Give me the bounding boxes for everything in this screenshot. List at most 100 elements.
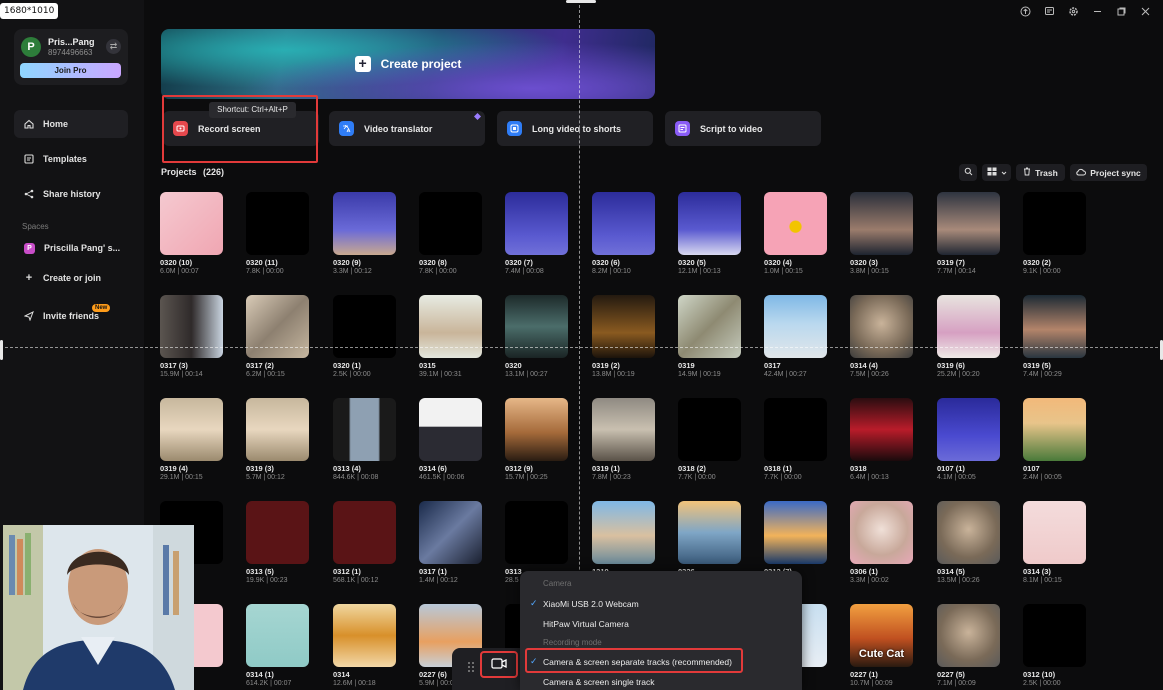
message-icon[interactable] xyxy=(1043,5,1055,17)
project-card[interactable]: 0320 (8)7.8K | 00:00 xyxy=(419,192,482,275)
project-thumbnail[interactable] xyxy=(333,501,396,564)
project-thumbnail[interactable] xyxy=(246,501,309,564)
avatar[interactable]: P xyxy=(21,37,41,57)
project-thumbnail[interactable] xyxy=(505,192,568,255)
project-card[interactable]: 0319 (1)7.8M | 00:23 xyxy=(592,398,655,481)
camera-toggle-button[interactable] xyxy=(480,651,518,678)
project-thumbnail[interactable] xyxy=(937,295,1000,358)
project-card[interactable]: 031412.6M | 00:18 xyxy=(333,604,396,687)
project-thumbnail[interactable] xyxy=(419,192,482,255)
project-card[interactable]: 031742.4M | 00:27 xyxy=(764,295,827,378)
restore-icon[interactable] xyxy=(1115,5,1127,17)
project-card[interactable]: 0319 (7)7.7M | 00:14 xyxy=(937,192,1000,275)
project-card[interactable]: 0326 xyxy=(678,501,741,577)
project-thumbnail[interactable] xyxy=(937,604,1000,667)
mode-option-single[interactable]: Camera & screen single track xyxy=(543,677,655,687)
project-card[interactable]: 0320 (7)7.4M | 00:08 xyxy=(505,192,568,275)
project-thumbnail[interactable] xyxy=(1023,295,1086,358)
project-thumbnail[interactable] xyxy=(246,295,309,358)
nav-share-history[interactable]: Share history xyxy=(14,180,128,208)
project-thumbnail[interactable] xyxy=(678,501,741,564)
project-thumbnail[interactable] xyxy=(1023,501,1086,564)
project-thumbnail[interactable] xyxy=(592,501,655,564)
project-card[interactable]: 0312 (9)15.7M | 00:25 xyxy=(505,398,568,481)
project-card[interactable]: 0320 (5)12.1M | 00:13 xyxy=(678,192,741,275)
project-card[interactable]: 0320 (9)3.3M | 00:12 xyxy=(333,192,396,275)
project-card[interactable]: 0319 (2)13.8M | 00:19 xyxy=(592,295,655,378)
project-thumbnail[interactable] xyxy=(764,192,827,255)
project-card[interactable]: 03186.4M | 00:13 xyxy=(850,398,913,481)
video-translator-button[interactable]: Video translator xyxy=(329,111,485,146)
join-pro-button[interactable]: Join Pro xyxy=(20,63,121,78)
top-handle[interactable] xyxy=(566,0,596,3)
project-card[interactable]: 0320 (1)2.5K | 00:00 xyxy=(333,295,396,378)
project-thumbnail[interactable] xyxy=(333,398,396,461)
settings-icon[interactable] xyxy=(1067,5,1079,17)
project-thumbnail[interactable] xyxy=(764,398,827,461)
search-button[interactable] xyxy=(959,164,977,181)
project-card[interactable]: 0314 (5)13.5M | 00:26 xyxy=(937,501,1000,584)
invite-friends-button[interactable]: Invite friends xyxy=(14,302,128,330)
project-card[interactable]: 0319 (5)7.4M | 00:29 xyxy=(1023,295,1086,378)
minimize-icon[interactable] xyxy=(1091,5,1103,17)
nav-home[interactable]: Home xyxy=(14,110,128,138)
project-thumbnail[interactable] xyxy=(419,501,482,564)
drag-handle-icon[interactable] xyxy=(467,660,475,678)
project-thumbnail[interactable] xyxy=(505,398,568,461)
project-thumbnail[interactable] xyxy=(160,295,223,358)
project-card[interactable]: 0227 (5)7.1M | 00:09 xyxy=(937,604,1000,687)
project-thumbnail[interactable] xyxy=(850,398,913,461)
project-card[interactable]: 0318 (2)7.7K | 00:00 xyxy=(678,398,741,481)
create-project-banner[interactable]: + Create project xyxy=(161,29,655,99)
project-card[interactable]: 0319 (3)5.7M | 00:12 xyxy=(246,398,309,481)
script-to-video-button[interactable]: Script to video xyxy=(665,111,821,146)
project-thumbnail[interactable] xyxy=(160,398,223,461)
project-card[interactable]: 0312 (10)2.5K | 00:00 xyxy=(1023,604,1086,687)
project-thumbnail[interactable] xyxy=(1023,604,1086,667)
project-card[interactable]: 0318 (1)7.7K | 00:00 xyxy=(764,398,827,481)
project-card[interactable]: 0319 (4)29.1M | 00:15 xyxy=(160,398,223,481)
project-card[interactable]: 0320 (11)7.8K | 00:00 xyxy=(246,192,309,275)
project-card[interactable]: 0313 (5)19.9K | 00:23 xyxy=(246,501,309,584)
project-card[interactable]: 0306 (1)3.3M | 00:02 xyxy=(850,501,913,584)
project-card[interactable]: 0317 (1)1.4M | 00:12 xyxy=(419,501,482,584)
project-card[interactable]: 032013.1M | 00:27 xyxy=(505,295,568,378)
user-card[interactable]: P Pris...Pang 8974496663 ⇄ Join Pro xyxy=(14,29,128,85)
camera-option-hitpaw[interactable]: HitPaw Virtual Camera xyxy=(543,619,629,629)
project-card[interactable]: 0107 (1)4.1M | 00:05 xyxy=(937,398,1000,481)
project-thumbnail[interactable] xyxy=(505,501,568,564)
project-card[interactable]: 0320 (10)6.0M | 00:07 xyxy=(160,192,223,275)
project-thumbnail[interactable] xyxy=(850,295,913,358)
project-thumbnail[interactable] xyxy=(333,192,396,255)
project-thumbnail[interactable] xyxy=(419,398,482,461)
project-thumbnail[interactable] xyxy=(419,295,482,358)
project-thumbnail[interactable] xyxy=(592,295,655,358)
project-thumbnail[interactable] xyxy=(246,398,309,461)
project-card[interactable]: 0314 (4)7.5M | 00:26 xyxy=(850,295,913,378)
project-thumbnail[interactable] xyxy=(160,192,223,255)
project-card[interactable]: 0320 (3)3.8M | 00:15 xyxy=(850,192,913,275)
project-thumbnail[interactable] xyxy=(246,604,309,667)
switch-account-icon[interactable]: ⇄ xyxy=(106,39,121,54)
project-card[interactable]: 1219 xyxy=(592,501,655,577)
project-sync-button[interactable]: Project sync xyxy=(1070,164,1147,181)
project-thumbnail[interactable] xyxy=(592,192,655,255)
project-card[interactable]: 031539.1M | 00:31 xyxy=(419,295,482,378)
project-thumbnail[interactable] xyxy=(678,192,741,255)
project-thumbnail[interactable] xyxy=(592,398,655,461)
project-card[interactable]: Cute Cat0227 (1)10.7M | 00:09 xyxy=(850,604,913,687)
close-icon[interactable] xyxy=(1139,5,1151,17)
project-thumbnail[interactable]: Cute Cat xyxy=(850,604,913,667)
project-card[interactable]: 0319 (6)25.2M | 00:20 xyxy=(937,295,1000,378)
project-thumbnail[interactable] xyxy=(246,192,309,255)
project-card[interactable]: 0317 (2)6.2M | 00:15 xyxy=(246,295,309,378)
project-thumbnail[interactable] xyxy=(678,295,741,358)
project-card[interactable]: 0312 (1)568.1K | 00:12 xyxy=(333,501,396,584)
project-thumbnail[interactable] xyxy=(764,501,827,564)
camera-option-xiaomi[interactable]: XiaoMi USB 2.0 Webcam xyxy=(543,599,639,609)
project-thumbnail[interactable] xyxy=(937,192,1000,255)
create-or-join-button[interactable]: + Create or join xyxy=(14,264,128,292)
project-thumbnail[interactable] xyxy=(505,295,568,358)
project-thumbnail[interactable] xyxy=(333,295,396,358)
nav-templates[interactable]: Templates xyxy=(14,145,128,173)
